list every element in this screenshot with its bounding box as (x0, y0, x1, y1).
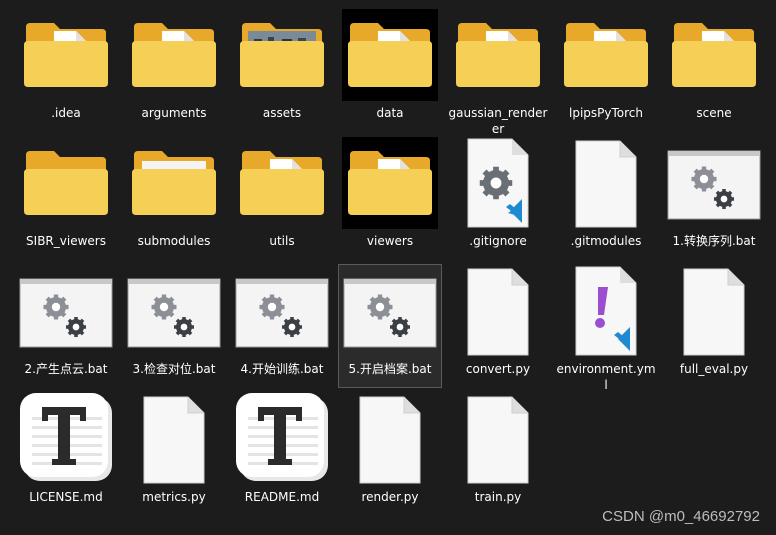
gear-window-icon (126, 265, 222, 357)
gear-window-icon (666, 137, 762, 229)
vscode-badge-icon (558, 265, 654, 357)
file-item[interactable]: .gitignore (446, 136, 550, 260)
file-item-label: data (376, 106, 404, 120)
file-item[interactable]: README.md (230, 392, 334, 516)
folder-icon (234, 9, 330, 101)
folder-icon (126, 9, 222, 101)
gear-window-icon (342, 265, 438, 357)
file-item[interactable]: 2.产生点云.bat (14, 264, 118, 388)
file-item[interactable]: SIBR_viewers (14, 136, 118, 260)
file-item[interactable]: viewers (338, 136, 442, 260)
gear-window-icon (234, 265, 330, 357)
file-item[interactable]: submodules (122, 136, 226, 260)
file-item-label: utils (269, 234, 295, 248)
vscode-badge-icon (450, 137, 546, 229)
file-item[interactable]: lpipsPyTorch (554, 8, 658, 132)
file-item-label: metrics.py (142, 490, 206, 504)
file-item-label: lpipsPyTorch (569, 106, 643, 120)
file-item-label: full_eval.py (679, 362, 749, 376)
file-item[interactable]: utils (230, 136, 334, 260)
folder-icon (342, 9, 438, 101)
file-item-label: 1.转换序列.bat (672, 234, 756, 248)
file-item[interactable]: 5.开启档案.bat (338, 264, 442, 388)
file-item-label: gaussian_renderer (448, 106, 548, 136)
file-item[interactable]: 1.转换序列.bat (662, 136, 766, 260)
file-item-label: render.py (361, 490, 419, 504)
file-item-label: SIBR_viewers (26, 234, 106, 248)
folder-icon (342, 137, 438, 229)
file-icon (666, 265, 762, 357)
file-item-label: 5.开启档案.bat (348, 362, 432, 376)
file-item-label: LICENSE.md (29, 490, 103, 504)
folder-icon (666, 9, 762, 101)
file-item[interactable]: scene (662, 8, 766, 132)
file-icon (126, 393, 222, 485)
file-item[interactable]: render.py (338, 392, 442, 516)
file-item-label: environment.yml (556, 362, 656, 392)
file-item[interactable]: .idea (14, 8, 118, 132)
file-item[interactable]: metrics.py (122, 392, 226, 516)
file-item-label: assets (262, 106, 302, 120)
file-icon (558, 137, 654, 229)
file-item-label: 2.产生点云.bat (24, 362, 108, 376)
file-item[interactable]: 3.检查对位.bat (122, 264, 226, 388)
file-item-label: submodules (137, 234, 211, 248)
file-item-label: convert.py (465, 362, 531, 376)
file-item[interactable]: data (338, 8, 442, 132)
folder-icon (18, 137, 114, 229)
folder-icon (234, 137, 330, 229)
file-item[interactable]: train.py (446, 392, 550, 516)
watermark: CSDN @m0_46692792 (602, 508, 760, 525)
file-item-label: viewers (366, 234, 414, 248)
file-item-label: 3.检查对位.bat (132, 362, 216, 376)
typora-t-icon (18, 393, 114, 485)
file-item-label: train.py (474, 490, 522, 504)
folder-icon (450, 9, 546, 101)
gear-window-icon (18, 265, 114, 357)
file-item-label: README.md (244, 490, 320, 504)
file-item[interactable]: .gitmodules (554, 136, 658, 260)
file-item-label: .gitignore (469, 234, 527, 248)
file-item[interactable]: gaussian_renderer (446, 8, 550, 136)
file-item-label: scene (696, 106, 732, 120)
file-item[interactable]: LICENSE.md (14, 392, 118, 516)
file-item[interactable]: convert.py (446, 264, 550, 388)
file-item[interactable]: assets (230, 8, 334, 132)
file-item-label: 4.开始训练.bat (240, 362, 324, 376)
file-item-label: .gitmodules (570, 234, 642, 248)
file-item-label: arguments (141, 106, 207, 120)
file-item[interactable]: full_eval.py (662, 264, 766, 388)
file-item[interactable]: 4.开始训练.bat (230, 264, 334, 388)
file-item[interactable]: environment.yml (554, 264, 658, 392)
typora-t-icon (234, 393, 330, 485)
folder-icon (558, 9, 654, 101)
file-icon (342, 393, 438, 485)
folder-icon (18, 9, 114, 101)
file-icon (450, 265, 546, 357)
file-item[interactable]: arguments (122, 8, 226, 132)
file-item-label: .idea (51, 106, 81, 120)
file-icon (450, 393, 546, 485)
file-grid: .idea arguments assets data gaussian_rendere… (12, 6, 772, 518)
folder-icon (126, 137, 222, 229)
